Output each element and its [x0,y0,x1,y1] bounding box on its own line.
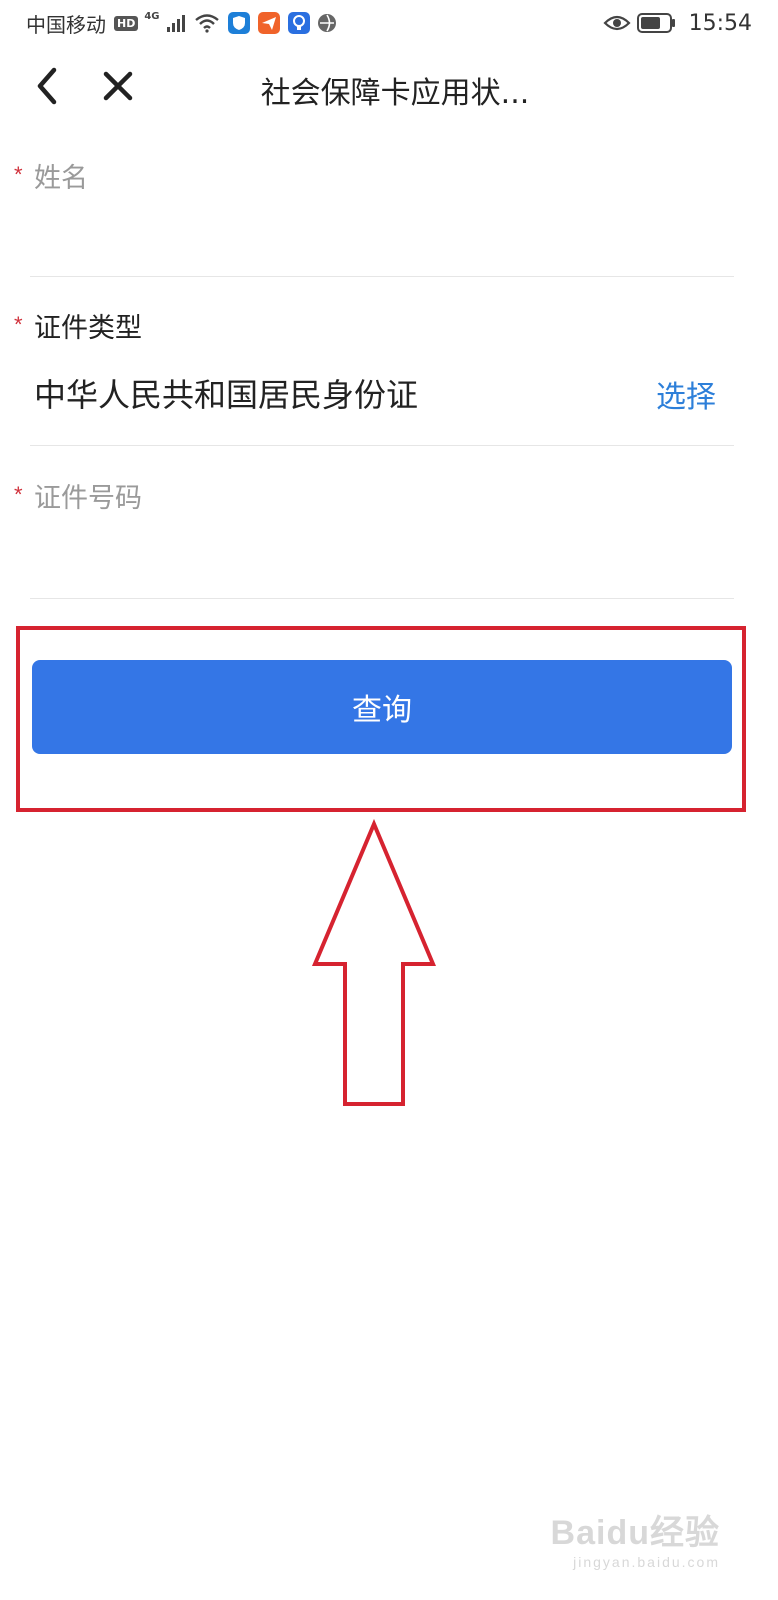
status-right: 15:54 [603,11,752,36]
required-mark: * [14,312,23,337]
carrier-label: 中国移动 [26,12,106,37]
name-field: * 姓名 [0,150,778,280]
query-button[interactable]: 查询 [32,660,732,754]
id-type-label: 证件类型 [34,313,142,344]
id-type-value[interactable]: 中华人民共和国居民身份证 [34,370,418,416]
status-bar: 中国移动 HD 4G 15:54 [0,0,778,46]
clock: 15:54 [688,10,752,36]
id-number-label: 证件号码 [34,483,142,514]
network-type-label: 4G [144,10,160,22]
id-type-field: * 证件类型 中华人民共和国居民身份证 选择 [0,300,778,450]
required-mark: * [14,162,23,187]
watermark-sub: jingyan.baidu.com [573,1554,720,1570]
close-icon[interactable] [100,66,136,106]
hd-icon: HD [114,15,139,31]
annotation-up-arrow-icon [311,818,437,1106]
id-number-field: * 证件号码 [0,470,778,600]
globe-app-icon [317,14,336,32]
divider [30,445,734,446]
divider [30,276,734,277]
status-left: 中国移动 HD 4G [26,9,338,38]
wifi-icon [194,14,219,33]
name-label: 姓名 [34,163,88,194]
signal-icon [166,15,185,32]
required-mark: * [14,482,23,507]
battery-icon [636,13,675,33]
id-number-input[interactable] [34,532,724,582]
shield-app-icon [227,12,250,34]
name-input[interactable] [34,212,724,262]
watermark: Baidu经验 jingyan.baidu.com [551,1505,720,1570]
bulb-app-icon [287,12,310,34]
watermark-main: Baidu经验 [550,1514,720,1552]
back-chevron-icon[interactable] [30,64,64,108]
nav-bar: 社会保障卡应用状... [0,46,778,128]
divider [30,598,734,599]
send-app-icon [257,12,280,34]
eye-icon [603,15,631,31]
select-button[interactable]: 选择 [656,372,716,416]
